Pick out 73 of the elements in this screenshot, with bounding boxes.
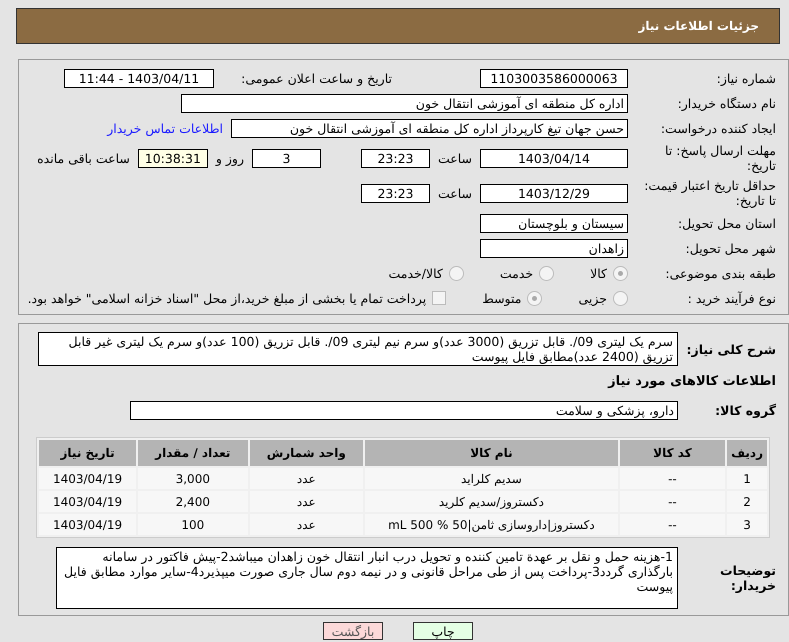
table-cell: 1403/04/19 xyxy=(39,491,136,512)
form-field: 1103003586000063 xyxy=(480,68,628,88)
field-label: تاریخ و ساعت اعلان عمومی: xyxy=(240,70,392,86)
time-label: ساعت xyxy=(438,186,472,200)
table-cell: 2 xyxy=(727,491,767,512)
column-header: تاریخ نیاز xyxy=(39,440,136,466)
radio-button[interactable] xyxy=(613,290,628,306)
field-label: ایجاد کننده درخواست: xyxy=(660,120,776,136)
form-field: 23:23 xyxy=(360,148,430,168)
form-field: 1403/04/11 - 11:44 xyxy=(64,68,214,88)
radio-label: کالا xyxy=(590,266,607,280)
column-header: ردیف xyxy=(727,440,767,466)
days-label: روز و xyxy=(216,150,244,166)
table-cell: -- xyxy=(620,491,726,512)
table-cell: عدد xyxy=(250,514,364,535)
radio-label: متوسط xyxy=(482,290,522,306)
field-label: شهر محل تحویل: xyxy=(684,240,776,256)
checkbox-label: پرداخت تمام یا بخشی از مبلغ خرید،از محل "اسناد خزانه اسلامی" خواهد بود. xyxy=(28,290,426,306)
back-button[interactable]: بازگشت xyxy=(323,622,383,640)
field-label: گروه کالا: xyxy=(714,402,776,418)
field-label: نام دستگاه خریدار: xyxy=(676,96,776,110)
field-label: نوع فرآیند خرید : xyxy=(686,290,776,306)
time-label: ساعت xyxy=(438,150,472,166)
remaining-label: ساعت باقی مانده xyxy=(37,150,130,166)
form-field: سیستان و بلوچستان xyxy=(480,214,628,232)
form-field: حسن جهان تیغ کارپرداز اداره کل منطقه ای آموزشی انتقال خون xyxy=(231,118,628,138)
field-label: توضیحات خریدار: xyxy=(719,563,776,593)
field-label: طبقه بندی موضوعی: xyxy=(664,266,776,280)
form-field: زاهدان xyxy=(480,238,628,258)
radio-label: کالا/خدمت xyxy=(388,266,443,280)
table-cell: 1403/04/19 xyxy=(39,514,136,535)
field-label: حداقل تاریخ اعتبار قیمت: تا تاریخ: xyxy=(643,178,776,208)
radio-label: جزیی xyxy=(578,290,607,306)
summary-textarea[interactable]: سرم یک لیتری 09/. قابل تزریق (3000 عدد)و سرم نیم لیتری 09/. قابل تزریق (100 عدد)و سرم یک لیتری غیر قابل تزریق (2400 عدد)مطابق فایل پیوست xyxy=(38,332,678,366)
checkbox[interactable] xyxy=(432,291,446,305)
radio-button[interactable] xyxy=(448,266,464,280)
section-heading: اطلاعات کالاهای مورد نیاز xyxy=(608,374,776,388)
table-cell: 1403/04/19 xyxy=(39,468,136,489)
table-cell: سدیم کلراید xyxy=(365,468,618,489)
column-header: تعداد / مقدار xyxy=(138,440,248,466)
contact-link[interactable]: اطلاعات تماس خریدار xyxy=(107,120,223,136)
table-cell: 100 xyxy=(138,514,248,535)
radio-button[interactable] xyxy=(613,266,628,280)
field-label: شماره نیاز: xyxy=(716,70,776,86)
column-header: واحد شمارش xyxy=(250,440,364,466)
radio-button[interactable] xyxy=(527,290,542,306)
table-cell: 1 xyxy=(727,468,767,489)
table-cell: 2,400 xyxy=(138,491,248,512)
form-field: 1403/04/14 xyxy=(480,148,628,168)
table-cell: -- xyxy=(620,514,726,535)
table-cell: دکستروز/سدیم کلرید xyxy=(365,491,618,512)
table-cell: 3 xyxy=(727,514,767,535)
table-cell: دکستروز|داروسازی ثامن|50 % 500 mL xyxy=(365,514,618,535)
radio-button[interactable] xyxy=(539,266,554,280)
radio-label: خدمت xyxy=(500,266,534,280)
column-header: کد کالا xyxy=(620,440,726,466)
table-cell: عدد xyxy=(250,468,364,489)
table-cell: عدد xyxy=(250,491,364,512)
form-field: 3 xyxy=(252,148,321,168)
page-title: جزئیات اطلاعات نیاز xyxy=(638,19,759,33)
notes-textarea[interactable]: 1-هزینه حمل و نقل بر عهدة تامین کننده و تحویل درب انبار انتقال خون زاهدان میباشد2-پیش فاکتور در سامانه بارگذاری گردد3-پرداخت پس از طی مراحل قانونی و در نیمه دوم سال جاری صورت میپذیرد4-سایر موارد مطابق فایل پیوست xyxy=(56,547,678,609)
form-field: 1403/12/29 xyxy=(480,184,628,202)
table-cell: -- xyxy=(620,468,726,489)
field-label: شرح کلی نیاز: xyxy=(686,342,776,356)
column-header: نام کالا xyxy=(365,440,618,466)
goods-group-field: دارو، پزشکی و سلامت xyxy=(130,400,678,420)
form-field: 23:23 xyxy=(360,184,430,202)
form-field: اداره کل منطقه ای آموزشی انتقال خون xyxy=(181,94,628,112)
field-label: استان محل تحویل: xyxy=(676,216,776,230)
field-label: مهلت ارسال پاسخ: تا تاریخ: xyxy=(664,143,776,173)
form-field: 10:38:31 xyxy=(138,148,208,168)
table-cell: 3,000 xyxy=(138,468,248,489)
print-button[interactable]: چاپ xyxy=(413,622,473,640)
